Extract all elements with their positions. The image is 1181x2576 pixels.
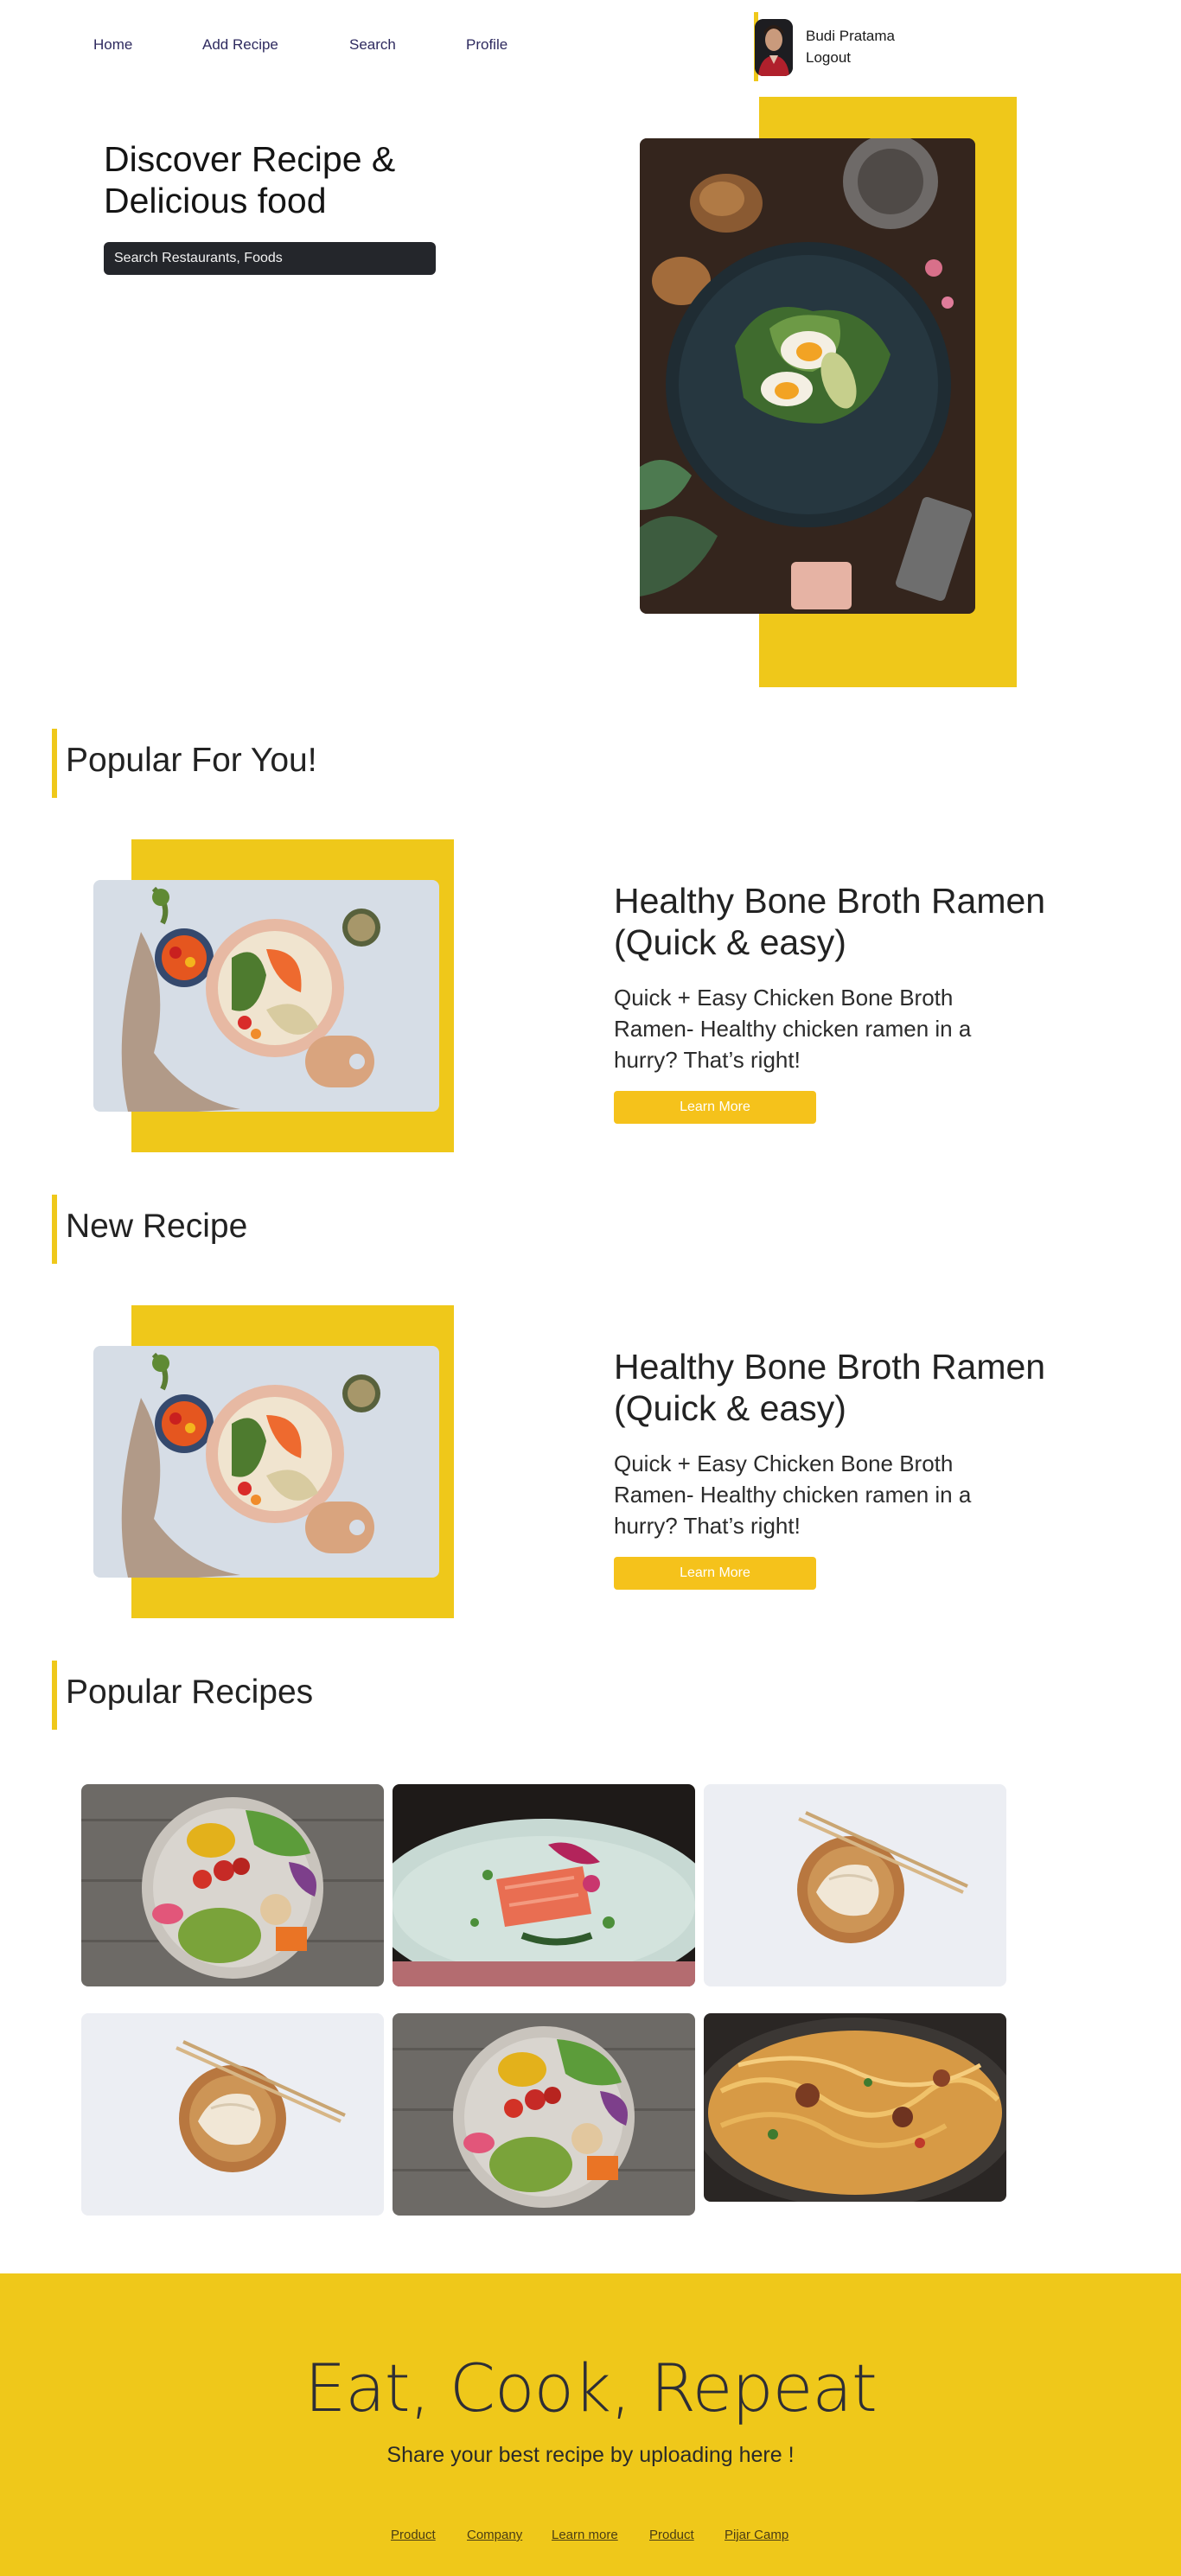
- recipe-tile[interactable]: [393, 2013, 695, 2216]
- nav-search[interactable]: Search: [349, 36, 396, 54]
- hero-egg-toast-photo: [640, 138, 975, 614]
- nav-home[interactable]: Home: [93, 36, 132, 54]
- new-recipe-heading: New Recipe: [66, 1208, 248, 1245]
- learn-more-button[interactable]: Learn More: [614, 1091, 816, 1124]
- nav-profile[interactable]: Profile: [466, 36, 508, 54]
- recipe-tile[interactable]: [704, 1784, 1006, 1986]
- recipe-tile[interactable]: [81, 2013, 384, 2216]
- footer-title: Eat, Cook, Repeat: [304, 2350, 878, 2426]
- recipe-tile[interactable]: [704, 2013, 1006, 2202]
- popular-for-you-heading: Popular For You!: [66, 742, 317, 779]
- footer: Eat, Cook, Repeat Share your best recipe…: [0, 2273, 1181, 2576]
- section-accent-bar: [52, 1195, 57, 1264]
- footer-link-pijar-camp[interactable]: Pijar Camp: [725, 2528, 788, 2542]
- feature-description: Quick + Easy Chicken Bone Broth Ramen- H…: [614, 1451, 972, 1539]
- feature-description: Quick + Easy Chicken Bone Broth Ramen- H…: [614, 985, 972, 1073]
- footer-link-product-2[interactable]: Product: [649, 2528, 694, 2542]
- popular-recipes-heading: Popular Recipes: [66, 1674, 314, 1711]
- feature-title: Healthy Bone Broth Ramen (Quick & easy): [614, 881, 1046, 962]
- feature-bowl-photo: [93, 880, 439, 1112]
- logout-link[interactable]: Logout: [806, 49, 851, 67]
- search-input[interactable]: Search Restaurants, Foods: [104, 242, 436, 275]
- recipe-tile[interactable]: [393, 1784, 695, 1986]
- footer-link-product[interactable]: Product: [391, 2528, 436, 2542]
- footer-link-learn-more[interactable]: Learn more: [552, 2528, 618, 2542]
- footer-subtitle: Share your best recipe by uploading here…: [386, 2443, 795, 2467]
- learn-more-button[interactable]: Learn More: [614, 1557, 816, 1590]
- footer-link-company[interactable]: Company: [467, 2528, 522, 2542]
- feature-title: Healthy Bone Broth Ramen (Quick & easy): [614, 1347, 1046, 1428]
- section-accent-bar: [52, 1661, 57, 1730]
- nav-add-recipe[interactable]: Add Recipe: [202, 36, 278, 54]
- feature-bowl-photo: [93, 1346, 439, 1578]
- avatar[interactable]: [755, 19, 793, 76]
- hero-title: Discover Recipe & Delicious food: [104, 139, 396, 220]
- user-name: Budi Pratama: [806, 28, 895, 44]
- section-accent-bar: [52, 729, 57, 798]
- recipe-tile[interactable]: [81, 1784, 384, 1986]
